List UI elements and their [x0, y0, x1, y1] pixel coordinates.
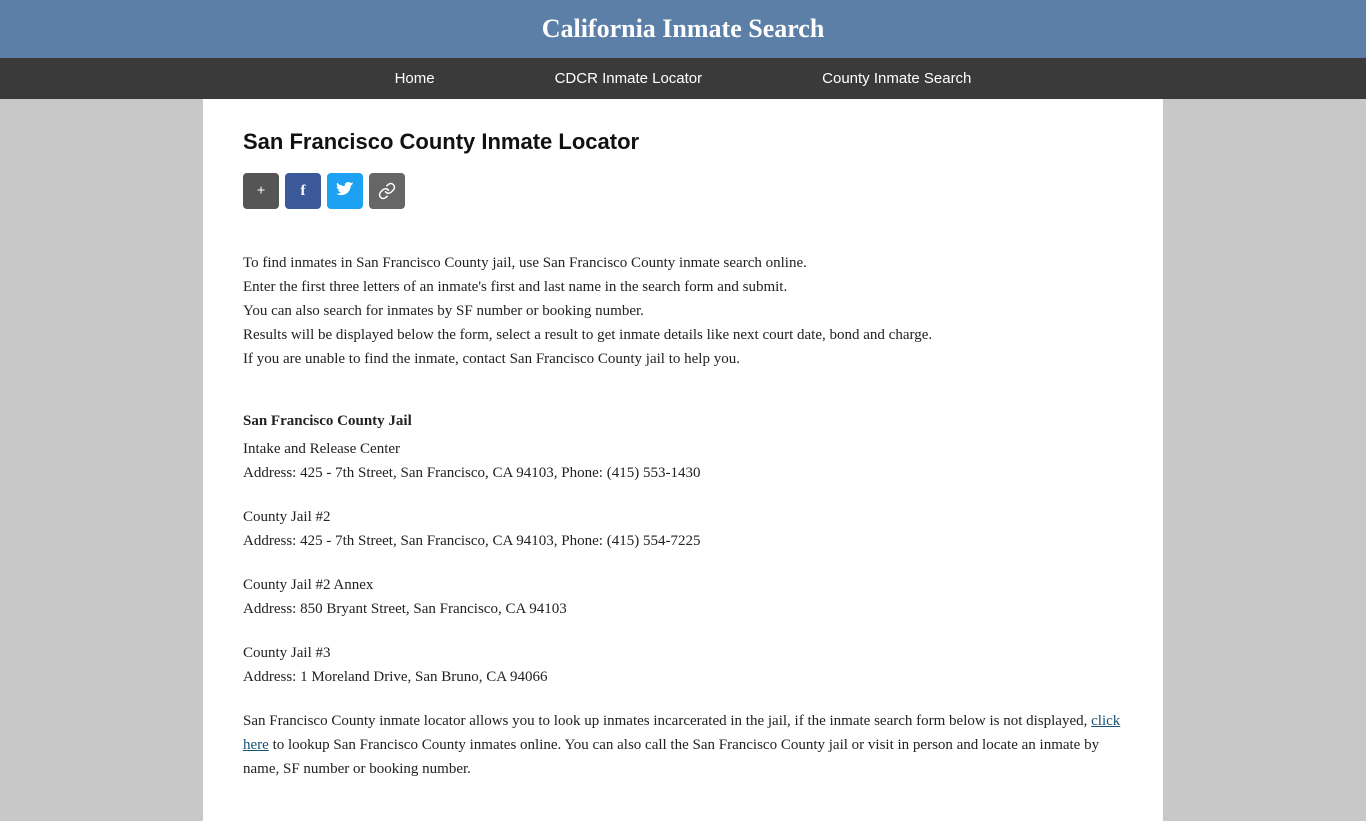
- intro-line-3: You can also search for inmates by SF nu…: [243, 299, 1123, 323]
- jail-intake-address: Address: 425 - 7th Street, San Francisco…: [243, 461, 1123, 485]
- intro-line-1: To find inmates in San Francisco County …: [243, 251, 1123, 275]
- jail-2-block: County Jail #2 Address: 425 - 7th Street…: [243, 505, 1123, 553]
- intro-line-5: If you are unable to find the inmate, co…: [243, 347, 1123, 371]
- link-icon: [378, 182, 396, 200]
- jail-intake-name: Intake and Release Center: [243, 437, 1123, 461]
- jail-3-address: Address: 1 Moreland Drive, San Bruno, CA…: [243, 665, 1123, 689]
- main-content: San Francisco County Inmate Locator + f …: [203, 99, 1163, 821]
- jail-2-annex-block: County Jail #2 Annex Address: 850 Bryant…: [243, 573, 1123, 621]
- jail-3-name: County Jail #3: [243, 641, 1123, 665]
- jail-2-annex-address: Address: 850 Bryant Street, San Francisc…: [243, 597, 1123, 621]
- footer-text-after-link: to lookup San Francisco County inmates o…: [243, 737, 1099, 777]
- nav-county[interactable]: County Inmate Search: [762, 58, 1031, 99]
- footer-paragraph: San Francisco County inmate locator allo…: [243, 709, 1123, 781]
- facebook-button[interactable]: f: [285, 173, 321, 209]
- footer-text-block: San Francisco County inmate locator allo…: [243, 709, 1123, 781]
- nav-cdcr[interactable]: CDCR Inmate Locator: [495, 58, 763, 99]
- jail-main-block: San Francisco County Jail Intake and Rel…: [243, 409, 1123, 485]
- site-header: California Inmate Search: [0, 0, 1366, 58]
- nav-home[interactable]: Home: [335, 58, 495, 99]
- site-title: California Inmate Search: [20, 14, 1346, 44]
- share-button[interactable]: +: [243, 173, 279, 209]
- intro-text-block: To find inmates in San Francisco County …: [243, 251, 1123, 371]
- jail-2-name: County Jail #2: [243, 505, 1123, 529]
- jail-2-address: Address: 425 - 7th Street, San Francisco…: [243, 529, 1123, 553]
- jail-section-title: San Francisco County Jail: [243, 409, 1123, 433]
- intro-line-4: Results will be displayed below the form…: [243, 323, 1123, 347]
- jail-2-annex-name: County Jail #2 Annex: [243, 573, 1123, 597]
- intro-line-2: Enter the first three letters of an inma…: [243, 275, 1123, 299]
- jail-3-block: County Jail #3 Address: 1 Moreland Drive…: [243, 641, 1123, 689]
- footer-text-before-link: San Francisco County inmate locator allo…: [243, 713, 1091, 729]
- page-title: San Francisco County Inmate Locator: [243, 129, 1123, 155]
- copy-link-button[interactable]: [369, 173, 405, 209]
- main-nav: Home CDCR Inmate Locator County Inmate S…: [0, 58, 1366, 99]
- twitter-icon: [336, 182, 354, 200]
- twitter-button[interactable]: [327, 173, 363, 209]
- share-buttons-group: + f: [243, 173, 1123, 209]
